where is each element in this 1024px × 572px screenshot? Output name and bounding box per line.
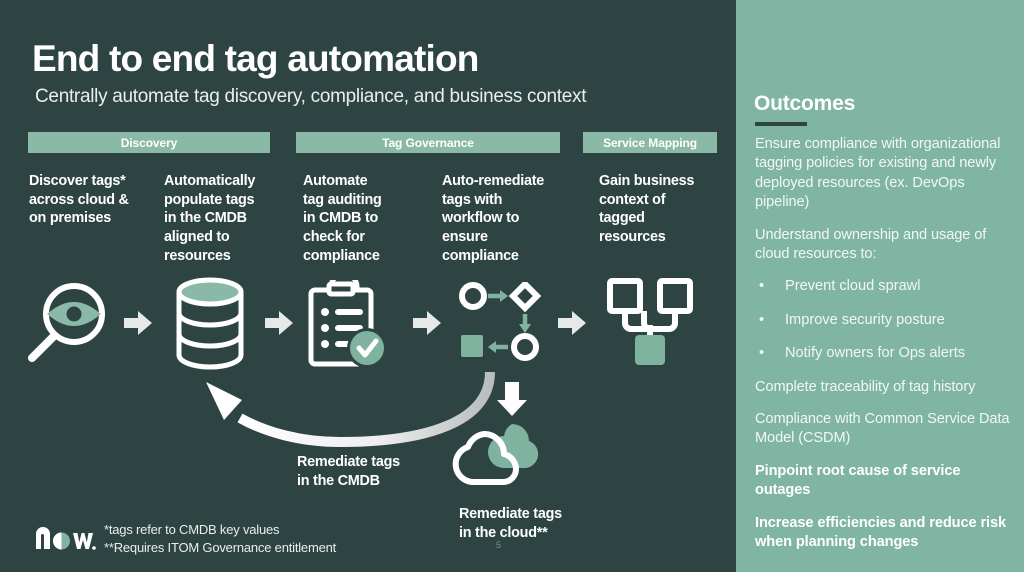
clipboard-check-icon [305,271,391,372]
step-text-line: aligned to [164,229,230,246]
step-text-line: Discover tags* [29,173,126,189]
step-text-line: check for [303,229,365,246]
step-text-line: resources [164,247,231,264]
outcome-paragraph: Understand ownership and usage of cloud … [755,226,987,263]
outcome-paragraph: Complete traceability of tag history [755,378,976,395]
step-text-line: Automatically [164,173,256,189]
page-number: 5 [496,540,502,550]
outcome-bullet-label: Improve security posture [785,311,945,328]
outcome-bullet-item: • Improve security posture [755,311,1017,330]
step-text-line: compliance [442,247,519,264]
bullet-dot-icon: • [759,311,765,328]
step-text-line: ensure [442,229,488,246]
flow-arrow-icon [122,308,154,338]
page-title: End to end tag automation [32,38,479,79]
phase-banner-discovery: Discovery [28,132,270,153]
outcome-bullet-item: • Prevent cloud sprawl [755,277,1017,296]
callout-remediate-cloud: Remediate tags in the cloud** [459,505,634,543]
step-text-gain-context: Gain business context of tagged resources [599,172,719,247]
step-text-line: compliance [303,247,380,264]
step-text-line: on premises [29,210,112,227]
outcomes-title-rule [755,122,807,126]
step-text-line: context of [599,191,666,208]
phase-banner-label: Service Mapping [603,135,697,150]
page-subtitle: Centrally automate tag discovery, compli… [35,86,587,107]
workflow-icon [458,279,544,362]
step-text-line: resources [599,229,666,246]
bullet-dot-icon: • [759,345,765,362]
step-text-auto-remediate: Auto-remediate tags with workflow to ensure… [442,172,570,266]
step-text-automate-auditing: Automate tag auditing in CMDB to check for c… [303,172,418,266]
step-text-discover-tags: Discover tags* across cloud & on premises [29,172,154,228]
servicenow-logo [34,524,96,552]
database-icon [172,277,248,373]
step-text-line: in CMDB to [303,210,379,227]
outcome-bullet-label: Prevent cloud sprawl [785,278,921,295]
cloud-icon [450,412,560,494]
phase-banner-label: Discovery [120,135,178,150]
step-text-line: workflow to [442,210,520,227]
step-text-line: tags with [442,191,503,208]
step-text-line: Auto-remediate [442,173,545,189]
outcome-paragraph: Ensure compliance with organizational ta… [755,136,1001,211]
callout-line: Remediate tags [297,454,400,470]
step-text-line: tag auditing [303,191,382,208]
callout-line: Remediate tags [459,506,562,522]
callout-remediate-cmdb: Remediate tags in the CMDB [297,453,467,491]
outcomes-title: Outcomes [754,92,856,115]
magnifier-eye-icon [22,278,114,370]
callout-line: in the cloud** [459,525,548,542]
outcome-bullet-item: • Notify owners for Ops alerts [755,344,1017,363]
phase-banner-label: Tag Governance [382,135,474,150]
outcome-paragraph: Pinpoint root cause of service outages [755,462,961,499]
outcome-bullet-label: Notify owners for Ops alerts [785,345,966,362]
callout-line: in the CMDB [297,473,380,490]
step-text-line: tagged [599,210,645,227]
bullet-dot-icon: • [759,278,765,295]
footnotes: *tags refer to CMDB key values **Require… [104,521,336,557]
step-text-line: Automate [303,173,368,189]
slide-canvas: End to end tag automation Centrally auto… [0,0,1024,572]
step-text-line: populate tags [164,191,255,208]
phase-banner-tag-governance: Tag Governance [296,132,560,153]
step-text-line: across cloud & [29,191,129,208]
flow-arrow-icon [556,308,588,338]
flow-arrow-icon [411,308,443,338]
outcomes-panel: Outcomes Ensure compliance with organiza… [736,0,1024,572]
phase-banner-service-mapping: Service Mapping [583,132,717,153]
outcome-paragraph: Increase efficiencies and reduce risk wh… [755,514,1007,551]
footnote-line-2: **Requires ITOM Governance entitlement [104,539,337,555]
outcome-paragraph: Compliance with Common Service Data Mode… [755,411,1010,447]
service-map-icon [604,277,696,369]
step-text-line: Gain business [599,173,695,189]
flow-arrow-icon [263,308,295,338]
step-text-line: in the CMDB [164,210,247,227]
step-text-populate-tags: Automatically populate tags in the CMDB ali… [164,172,284,266]
footnote-line-1: *tags refer to CMDB key values [104,522,280,537]
outcomes-list: Ensure compliance with organizational ta… [755,135,1017,566]
